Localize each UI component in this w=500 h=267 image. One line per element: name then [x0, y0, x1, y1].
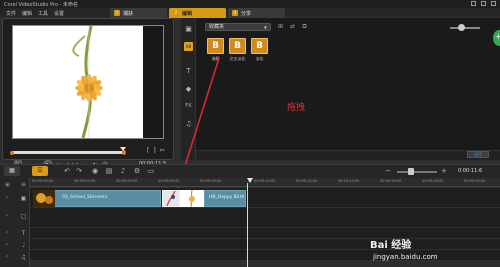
video-track-icon: ▣ — [20, 195, 27, 202]
ruler-tick: 00:00:14:00 — [338, 179, 360, 183]
ruler-tick: 00:00:06:00 — [158, 179, 180, 183]
all-tracks-toggle[interactable]: ▣ — [5, 182, 12, 189]
auto-music-icon[interactable]: ♪ — [118, 167, 128, 176]
app-window: Corel VideoStudio Pro - 未命名 文件 编辑 工具 设置 … — [0, 0, 500, 267]
motion-track-icon[interactable]: ⚙ — [132, 167, 142, 176]
clip-2-thumbnail — [180, 189, 204, 208]
baidu-watermark: Bai 经验 — [370, 240, 412, 251]
undo-icon[interactable]: ↶ — [62, 167, 72, 176]
overlay-track-toggle[interactable]: ✓ — [5, 213, 12, 220]
ruler-tick: 00:00:08:00 — [200, 179, 222, 183]
music-track-toggle[interactable]: ✓ — [5, 254, 12, 261]
title-track-toggle[interactable]: ✓ — [5, 230, 12, 237]
ruler-tick: 00:00:12:00 — [296, 179, 318, 183]
zoom-knob[interactable] — [408, 168, 414, 175]
video-track-toggle[interactable]: ✓ — [5, 195, 12, 202]
voice-track-icon: ♩ — [22, 242, 25, 249]
ruler-tick: 00:00:02:00 — [74, 179, 96, 183]
clip-2-label: HB_Happy Birth — [209, 195, 245, 200]
storyboard-view-icon[interactable]: ▦ — [4, 166, 20, 176]
record-capture-icon[interactable]: ◉ — [90, 167, 100, 176]
clip2-thumbnail-art — [180, 189, 204, 208]
track-manager-icon[interactable]: ≡ — [19, 180, 28, 189]
overlay-track[interactable] — [30, 208, 500, 228]
voice-track-toggle[interactable]: ✓ — [5, 242, 12, 249]
ruler-tick: 00:00:04:00 — [116, 179, 138, 183]
subtitle-icon[interactable]: ▭ — [146, 167, 156, 176]
ruler-tick: 00:00:18:00 — [422, 179, 444, 183]
clip1-thumbnail-art — [33, 190, 55, 207]
transition-thumbnail-art — [163, 190, 179, 207]
timeline-view-icon[interactable]: ☰ — [32, 166, 48, 176]
voice-track[interactable] — [30, 239, 500, 250]
ruler-tick: 00:00:00:00 — [32, 179, 54, 183]
ruler-tick: 00:00:16:00 — [380, 179, 402, 183]
zoom-in-icon[interactable]: + — [439, 167, 449, 176]
ruler-tick: 00:00:10:00 — [254, 179, 276, 183]
title-track-icon: T — [21, 230, 26, 237]
ruler-tick: 00:00:20:00 — [464, 179, 486, 183]
zoom-slider[interactable] — [397, 171, 437, 173]
title-track[interactable] — [30, 228, 500, 239]
playhead-line[interactable] — [247, 183, 248, 267]
music-track-icon: ♫ — [20, 254, 27, 261]
baidu-watermark-url: jingyan.baidu.com — [373, 253, 438, 261]
overlay-track-icon: ▢ — [20, 213, 27, 220]
clip-1-label: 03_School_Starsemi — [62, 195, 108, 200]
timeline-timecode[interactable]: 0:00:11:6 — [458, 168, 482, 174]
zoom-out-icon[interactable]: − — [383, 167, 393, 176]
transition-clip[interactable] — [162, 190, 180, 207]
clip-thumbnail — [33, 190, 55, 207]
mixer-icon[interactable]: ▤ — [104, 167, 114, 176]
redo-icon[interactable]: ↷ — [74, 167, 84, 176]
